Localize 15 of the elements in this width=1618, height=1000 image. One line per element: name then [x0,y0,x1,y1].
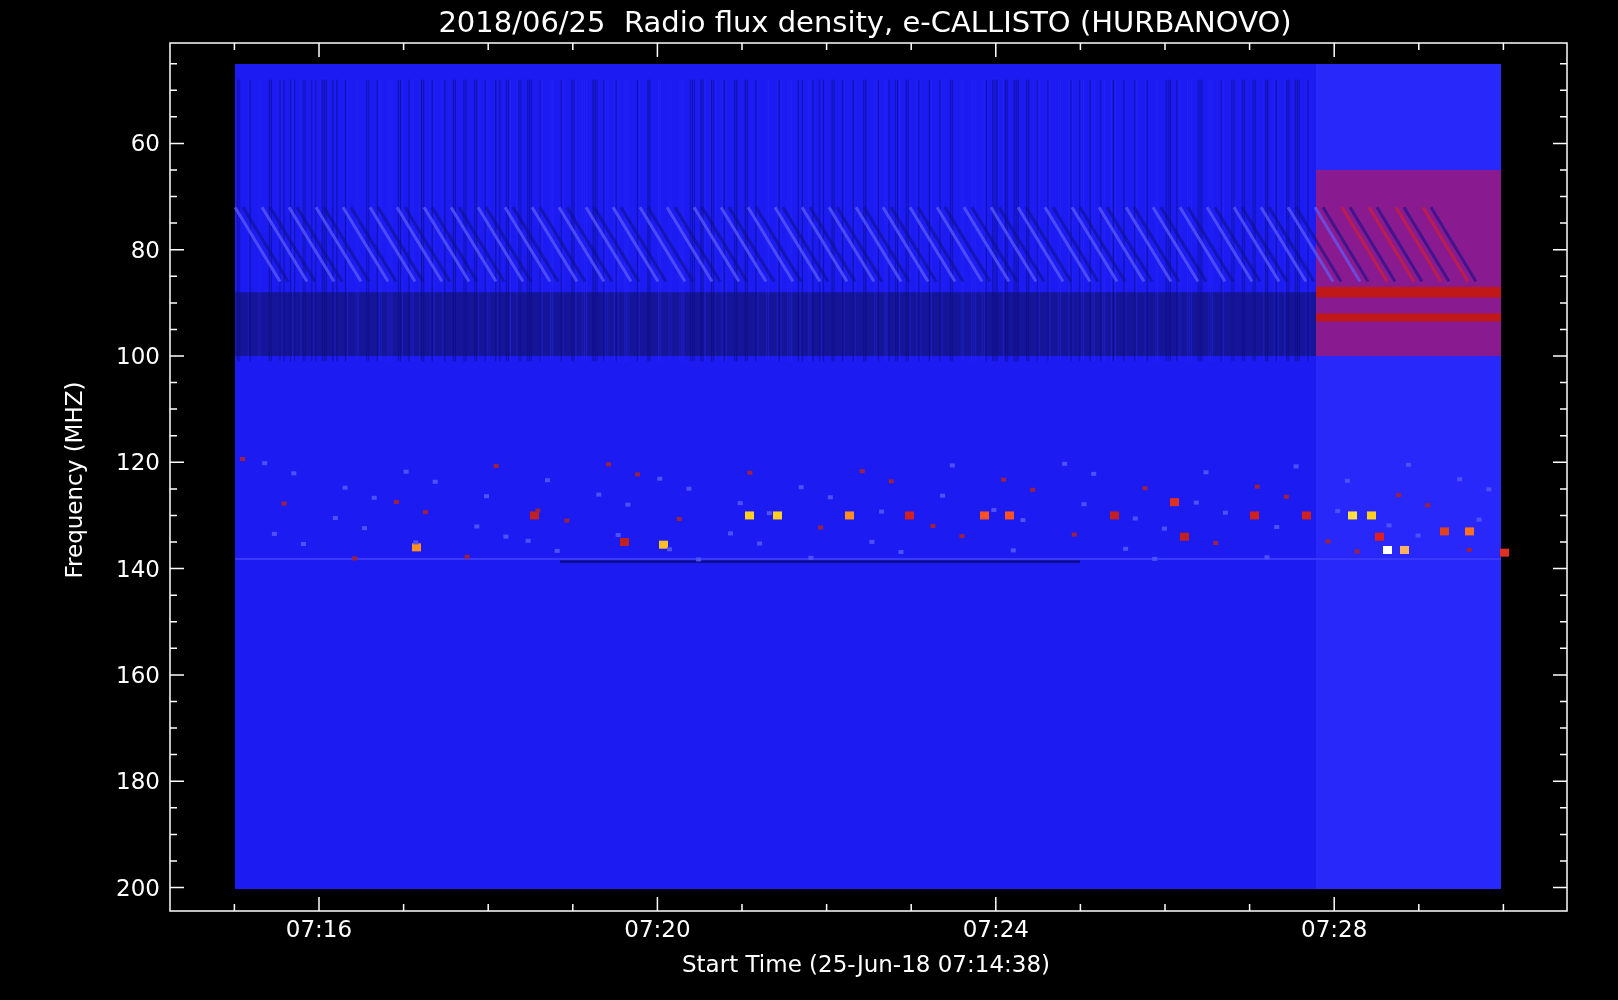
tick-label: 120 [116,449,160,476]
tick-label: 200 [116,874,160,901]
tick-label: 80 [130,236,160,263]
tick-label: 100 [116,343,160,369]
axis-label: Frequency (MHZ) [61,381,87,579]
tick-label: 07:24 [962,916,1029,942]
tick-label: 140 [116,555,160,582]
tick-label: 07:16 [285,916,353,942]
tick-label: 60 [130,130,160,157]
tick-label: 180 [116,768,160,795]
chart-title: 2018/06/25 Radio flux density, e-CALLISTO (HURBANOVO) [438,5,1292,39]
tick-label: 07:28 [1301,916,1368,942]
tick-label: 160 [116,661,160,688]
axis-label: Start Time (25-Jun-18 07:14:38) [682,951,1050,977]
tick-label: 07:20 [624,916,691,942]
